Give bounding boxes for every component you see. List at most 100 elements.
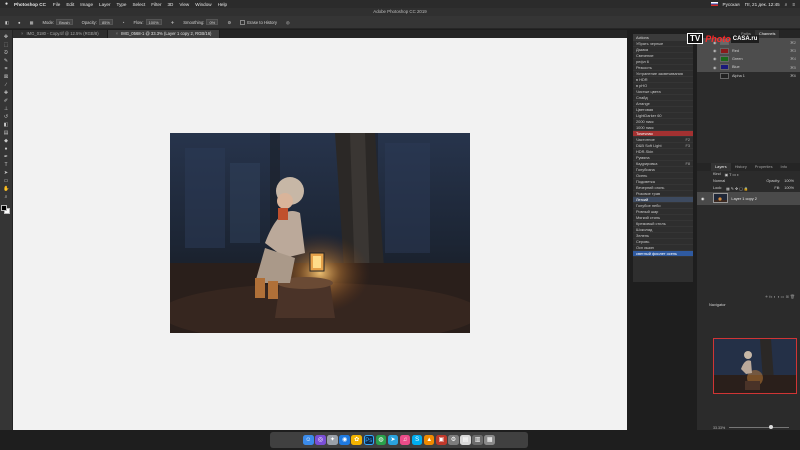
menu-select[interactable]: Select [132,2,145,7]
dock-telegram-icon[interactable]: ➤ [387,434,399,446]
menu-edit[interactable]: Edit [66,2,74,7]
foreground-color-swatch[interactable] [1,204,7,211]
action-item[interactable]: светлый фиолет осень [633,251,693,257]
tab-properties[interactable]: Properties [751,163,777,171]
erase-history-checkbox[interactable] [240,19,246,25]
hand-tool-icon[interactable]: ✋ [3,186,9,192]
crop-tool-icon[interactable]: ⌗ [3,66,9,72]
smoothing-input[interactable]: 0% [206,19,219,25]
channel-row[interactable]: ◉ Red ⌘3 [697,46,800,55]
menu-view[interactable]: View [179,2,189,7]
menu-file[interactable]: File [53,2,60,7]
eraser-tool-icon[interactable]: ◧ [5,20,9,25]
canvas-area[interactable] [13,38,627,430]
frame-tool-icon[interactable]: ⊠ [3,74,9,80]
dock-itunes-icon[interactable]: ♫ [399,434,411,446]
layer-name[interactable]: Layer 1 copy 2 [731,196,757,201]
menu-list-icon[interactable]: ≡ [792,2,795,7]
channel-row[interactable]: Alpha 1 ⌘6 [697,72,800,80]
tab-info[interactable]: Info [777,163,792,171]
eyedropper-tool-icon[interactable]: ∕ [3,82,9,88]
tab-document-1[interactable]: × IMG_0180 - Copy.tif @ 12.5% (RGB/8) [13,30,108,38]
layer-kind-filter[interactable]: Kind [713,172,721,176]
menu-3d[interactable]: 3D [167,2,173,7]
dock-chrome-icon[interactable]: ◍ [375,434,387,446]
path-select-tool-icon[interactable]: ➤ [3,170,9,176]
lasso-tool-icon[interactable]: ᘐ [3,50,9,56]
dock-photos-icon[interactable]: ✿ [351,434,362,446]
layer-visibility-eye-icon[interactable]: ◉ [701,196,704,201]
close-icon[interactable]: × [21,31,23,36]
channel-visibility-eye-icon[interactable]: ◉ [713,56,717,61]
color-swatches[interactable] [1,204,11,215]
pressure-opacity-icon[interactable]: ◔ [122,20,125,25]
menu-type[interactable]: Type [117,2,127,7]
search-icon[interactable]: ⌕ [785,2,788,7]
zoom-slider-knob[interactable] [769,425,774,429]
pressure-size-icon[interactable]: ◎ [286,20,290,25]
lock-icons[interactable]: ▦ ✎ ✥ ▢ 🔒 [726,186,749,191]
layer-actions-icons[interactable]: ⚭ fx ◐ ◑ ▭ ⊞ 🗑 [697,292,800,300]
stamp-tool-icon[interactable]: ⊥ [3,106,9,112]
dock-trash-icon[interactable]: ▦ [484,434,495,446]
brush-settings-icon[interactable]: ▦ [30,20,34,25]
fill-input[interactable]: 100% [784,186,794,190]
navigator-title[interactable]: Navigator [709,302,726,307]
channel-visibility-eye-icon[interactable]: ◉ [713,65,717,70]
layer-opacity-input[interactable]: 100% [784,179,794,183]
channel-row[interactable]: ◉ Blue ⌘5 [697,63,800,72]
dock-launchpad-icon[interactable]: ✦ [327,434,338,446]
brush-tool-icon[interactable]: ✐ [3,98,9,104]
channel-visibility-eye-icon[interactable]: ◉ [713,48,717,53]
blur-tool-icon[interactable]: ◆ [3,138,9,144]
dock-safari-icon[interactable]: ◉ [339,434,350,446]
dock-skype-icon[interactable]: S [411,434,423,446]
menu-layer[interactable]: Layer [99,2,111,7]
dock-preferences-icon[interactable]: ⚙ [448,434,459,446]
history-brush-tool-icon[interactable]: ↺ [3,114,9,120]
menu-help[interactable]: Help [218,2,227,7]
tab-history[interactable]: History [731,163,751,171]
zoom-tool-icon[interactable]: ⌕ [3,194,9,200]
blend-mode-select[interactable]: Normal [713,179,725,183]
dock-archive-icon[interactable]: ▥ [472,434,483,446]
healing-tool-icon[interactable]: ✚ [3,90,9,96]
type-tool-icon[interactable]: T [3,162,9,168]
move-tool-icon[interactable]: ✥ [3,34,9,40]
dock-vlc-icon[interactable]: ▲ [423,434,435,446]
dock-pdf-icon[interactable]: ▤ [460,434,471,446]
app-name[interactable]: Photoshop CC [14,2,46,7]
menu-filter[interactable]: Filter [151,2,161,7]
menu-image[interactable]: Image [80,2,93,7]
rectangle-tool-icon[interactable]: ▭ [3,178,9,184]
dock-finder-icon[interactable]: ☺ [303,434,314,446]
channel-row[interactable]: ◉ Green ⌘4 [697,54,800,64]
opacity-input[interactable]: 85% [98,19,113,25]
clock[interactable]: Пт, 21 дек. 12:45 [745,2,780,7]
zoom-value[interactable]: 33.33% [713,426,725,430]
dock-photoshop-icon[interactable]: Ps [363,434,375,446]
layer-row[interactable]: ◉ Layer 1 copy 2 [697,191,800,205]
tab-layers[interactable]: Layers [711,162,731,171]
document-photo[interactable] [170,133,470,333]
menu-window[interactable]: Window [195,2,211,7]
flow-input[interactable]: 100% [145,19,162,25]
dodge-tool-icon[interactable]: ● [3,146,9,152]
close-icon[interactable]: × [116,31,118,36]
airbrush-icon[interactable]: ✈ [171,20,175,25]
zoom-slider[interactable] [729,425,790,429]
actions-panel-header[interactable]: Actions [633,34,693,41]
mode-select[interactable]: Brush [56,19,73,25]
dock-siri-icon[interactable]: ◎ [315,434,326,446]
eraser-tool-icon[interactable]: ◧ [3,122,9,128]
marquee-tool-icon[interactable]: ⬚ [3,42,9,48]
navigator-thumbnail[interactable] [713,338,797,394]
filter-icons[interactable]: ▣ T ▭ ◐ [725,172,740,177]
apple-icon[interactable]: ● [5,1,10,7]
brush-preset-icon[interactable]: ● [18,20,21,25]
pen-tool-icon[interactable]: ✒ [3,154,9,160]
gradient-tool-icon[interactable]: ▤ [3,130,9,136]
smoothing-gear-icon[interactable]: ⚙ [227,20,231,25]
tab-document-2[interactable]: × IMG_0568-1 @ 33.3% (Layer 1 copy 2, RGB… [107,30,221,38]
dock-photo-booth-icon[interactable]: ▣ [436,434,447,446]
